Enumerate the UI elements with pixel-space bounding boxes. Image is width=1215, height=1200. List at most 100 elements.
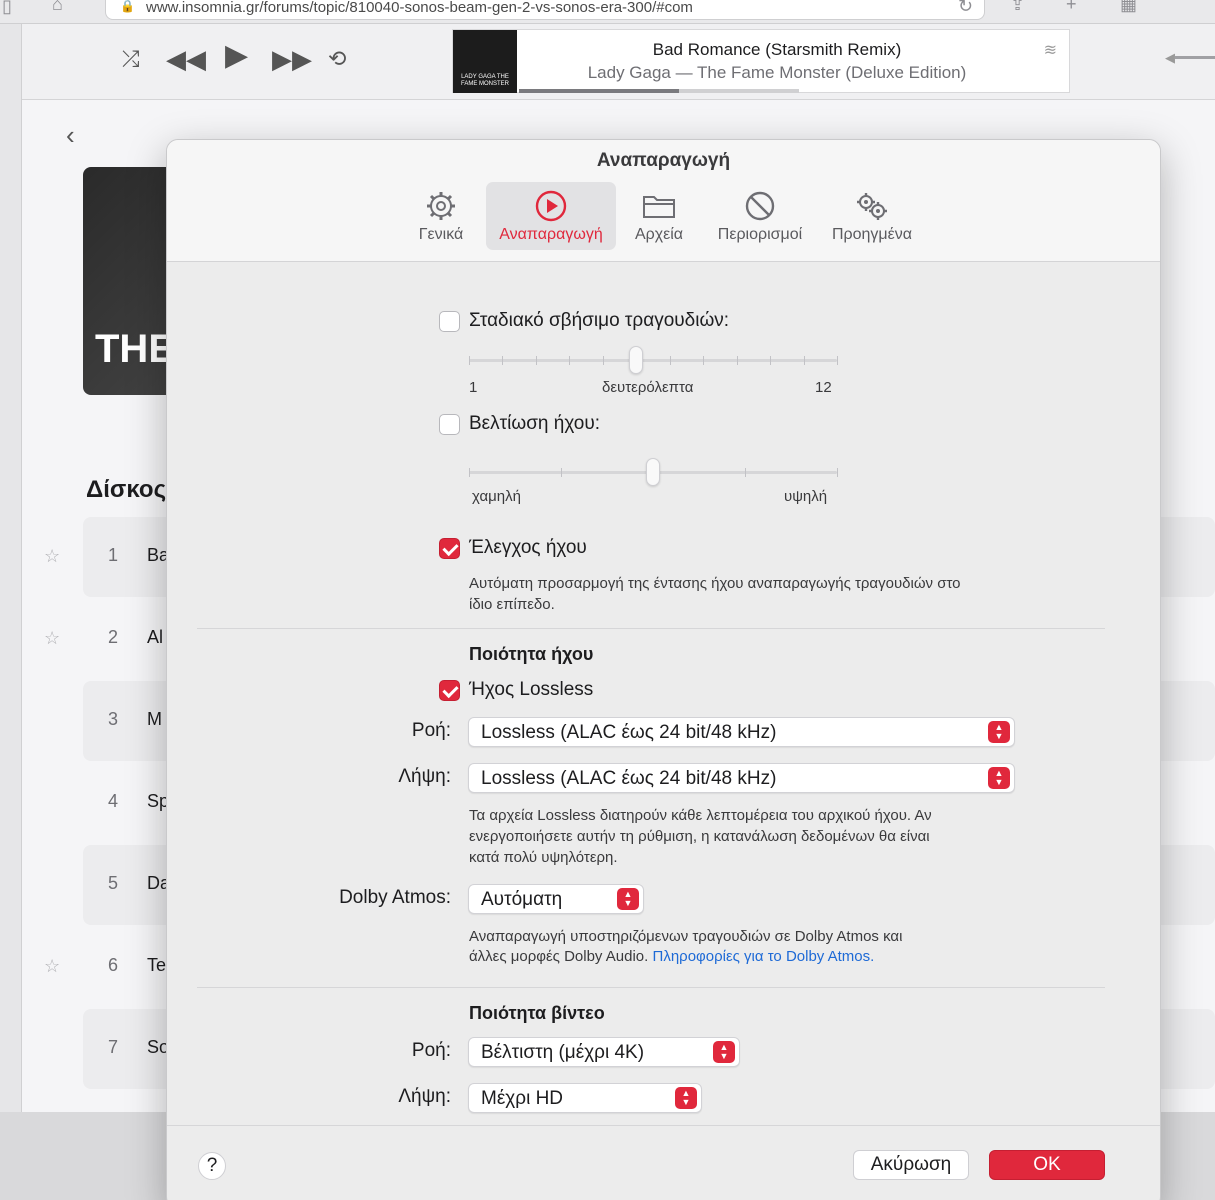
ok-button[interactable]: OK <box>989 1150 1105 1180</box>
gear-icon <box>427 192 455 220</box>
slider-tick <box>469 468 470 477</box>
tab-restrictions[interactable]: Περιορισμοί <box>707 182 813 250</box>
dolby-atmos-value: Αυτόματη <box>481 889 563 910</box>
sound-enhancer-high-label: υψηλή <box>784 488 828 505</box>
track-title-cell: M <box>147 709 162 729</box>
sound-enhancer-label: Βελτίωση ήχου: <box>469 413 601 434</box>
crossfade-label: Σταδιακό σβήσιμο τραγουδιών: <box>469 310 730 331</box>
playback-progress-fill <box>519 89 679 93</box>
shuffle-icon[interactable]: ⤮ <box>122 44 140 74</box>
sidebar-toggle-icon[interactable]: ▯ <box>2 0 12 16</box>
slider-tick <box>561 468 562 477</box>
repeat-icon[interactable]: ⟲ <box>328 44 346 74</box>
chevron-updown-icon: ▲ ▼ <box>988 767 1010 789</box>
slider-tick <box>803 356 805 365</box>
tab-files-label: Αρχεία <box>634 226 684 243</box>
play-circle-icon <box>535 190 567 222</box>
lock-icon: 🔒 <box>120 0 135 13</box>
sound-check-description-1: Αυτόματη προσαρμογή της έντασης ήχου ανα… <box>469 575 961 592</box>
dolby-atmos-label: Dolby Atmos: <box>339 887 451 908</box>
slider-tick <box>770 356 772 365</box>
tab-general-label: Γενικά <box>418 226 464 243</box>
next-icon[interactable]: ▶▶ <box>272 44 312 74</box>
audio-streaming-label: Ροή: <box>411 720 451 741</box>
star-icon[interactable]: ☆ <box>44 956 60 977</box>
slider-tick <box>837 468 838 477</box>
crossfade-slider[interactable] <box>469 359 837 362</box>
lossless-label: Ήχος Lossless <box>469 679 594 700</box>
tab-advanced[interactable]: Προηγμένα <box>823 182 921 250</box>
help-button[interactable]: ? <box>198 1152 226 1180</box>
sound-check-description-2: ίδιο επίπεδο. <box>469 596 555 613</box>
home-icon[interactable]: ⌂ <box>52 0 63 14</box>
previous-icon[interactable]: ◀◀ <box>166 44 206 74</box>
slider-tick <box>502 356 504 365</box>
slider-tick <box>569 356 571 365</box>
sound-enhancer-checkbox[interactable] <box>439 414 460 435</box>
disc-heading: Δίσκος <box>86 476 167 503</box>
play-icon[interactable]: ▶ <box>225 41 248 71</box>
tab-playback[interactable]: Αναπαραγωγή <box>486 182 616 250</box>
dolby-description-1: Αναπαραγωγή υποστηριζόμενων τραγουδιών σ… <box>469 928 903 945</box>
track-number: 7 <box>108 1037 119 1057</box>
sound-enhancer-low-label: χαμηλή <box>472 488 521 505</box>
share-icon[interactable]: ⇪ <box>1010 0 1025 14</box>
slider-tick <box>469 356 470 365</box>
slider-tick <box>703 356 705 365</box>
tab-general[interactable]: Γενικά <box>401 182 481 250</box>
video-download-label: Λήψη: <box>398 1086 451 1107</box>
crossfade-max-label: 12 <box>815 379 832 396</box>
track-title-cell: Te <box>147 955 167 975</box>
track-artist-album: Lady Gaga — The Fame Monster (Deluxe Edi… <box>587 63 967 82</box>
audio-download-select[interactable]: Lossless (ALAC έως 24 bit/48 kHz) ▲ ▼ <box>468 763 1015 793</box>
video-streaming-select[interactable]: Βέλτιστη (μέχρι 4K) ▲ ▼ <box>468 1037 740 1067</box>
lossless-checkbox[interactable] <box>439 680 460 701</box>
audio-download-label: Λήψη: <box>398 766 451 787</box>
slider-tick <box>602 356 604 365</box>
album-art-text: THE <box>95 327 175 371</box>
dialog-header: Αναπαραγωγή Γενικά Αναπαραγωγή Αρχεία Πε… <box>167 140 1160 262</box>
audio-streaming-value: Lossless (ALAC έως 24 bit/48 kHz) <box>481 722 777 743</box>
slider-tick <box>669 356 671 365</box>
dolby-atmos-info-link[interactable]: Πληροφορίες για το Dolby Atmos. <box>652 948 874 965</box>
player-toolbar: ⤮ ◀◀ ▶ ▶▶ ⟲ LADY GAGA THE FAME MONSTER B… <box>22 24 1215 100</box>
tab-overview-icon[interactable]: ▦ <box>1120 0 1137 14</box>
now-playing-display[interactable]: LADY GAGA THE FAME MONSTER Bad Romance (… <box>452 29 1070 93</box>
browser-toolbar: ▯ ⌂ 🔒 www.insomnia.gr/forums/topic/81004… <box>0 0 1215 24</box>
video-streaming-value: Βέλτιστη (μέχρι 4K) <box>481 1042 645 1063</box>
lossless-wave-icon: ≋ <box>1043 42 1057 59</box>
star-icon[interactable]: ☆ <box>44 546 60 567</box>
tab-files[interactable]: Αρχεία <box>619 182 699 250</box>
chevron-updown-icon: ▲ ▼ <box>617 888 639 910</box>
restriction-icon <box>745 191 775 221</box>
sound-enhancer-slider-knob[interactable] <box>646 458 660 486</box>
playback-progress[interactable] <box>519 89 799 93</box>
slider-tick <box>837 356 838 365</box>
gears-icon <box>857 193 887 220</box>
separator <box>197 987 1105 988</box>
track-title-cell: Al <box>147 627 164 647</box>
audio-streaming-select[interactable]: Lossless (ALAC έως 24 bit/48 kHz) ▲ ▼ <box>468 717 1015 747</box>
tab-advanced-label: Προηγμένα <box>831 226 913 243</box>
crossfade-checkbox[interactable] <box>439 311 460 332</box>
reload-icon[interactable]: ↻ <box>958 0 973 16</box>
crossfade-unit-label: δευτερόλεπτα <box>602 379 694 396</box>
address-bar[interactable]: 🔒 www.insomnia.gr/forums/topic/810040-so… <box>105 0 985 20</box>
dolby-atmos-select[interactable]: Αυτόματη ▲ ▼ <box>468 884 644 914</box>
crossfade-slider-knob[interactable] <box>629 346 644 374</box>
sound-check-label: Έλεγχος ήχου <box>469 537 587 558</box>
sound-check-checkbox[interactable] <box>439 538 460 559</box>
back-chevron-icon[interactable]: ‹ <box>66 120 75 151</box>
video-download-select[interactable]: Μέχρι HD ▲ ▼ <box>468 1083 702 1113</box>
album-artwork-thumb: LADY GAGA THE FAME MONSTER <box>453 30 517 93</box>
url-text: www.insomnia.gr/forums/topic/810040-sono… <box>146 0 693 16</box>
video-quality-heading: Ποιότητα βίντεο <box>469 1003 605 1023</box>
volume-slider[interactable] <box>1175 56 1215 59</box>
video-streaming-label: Ροή: <box>411 1040 451 1061</box>
slider-tick <box>535 356 537 365</box>
star-icon[interactable]: ☆ <box>44 628 60 649</box>
cancel-button[interactable]: Ακύρωση <box>853 1150 969 1180</box>
lossless-description-1: Τα αρχεία Lossless διατηρούν κάθε λεπτομ… <box>469 807 932 824</box>
new-tab-icon[interactable]: + <box>1066 0 1077 14</box>
track-number: 1 <box>108 545 119 565</box>
